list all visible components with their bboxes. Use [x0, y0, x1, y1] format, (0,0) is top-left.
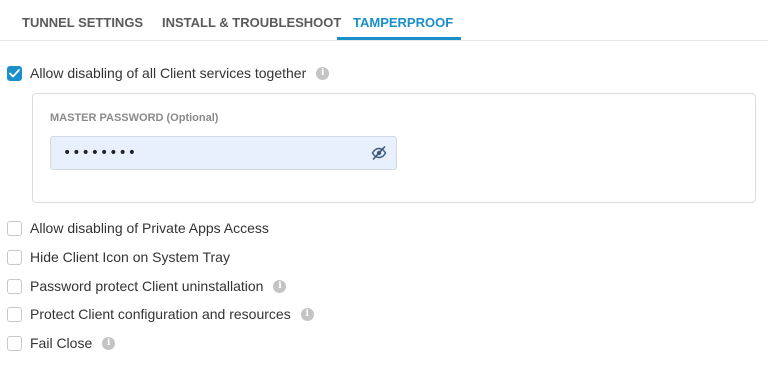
protect-config-checkbox[interactable]	[7, 306, 22, 322]
password-uninstall-label: Password protect Client uninstallation	[30, 278, 264, 294]
private-apps-checkbox[interactable]	[7, 220, 22, 236]
info-icon[interactable]: i	[316, 66, 330, 80]
info-icon[interactable]: i	[273, 279, 287, 293]
hide-icon-checkbox[interactable]	[7, 249, 22, 265]
disable-all-services-checkbox[interactable]	[7, 65, 22, 81]
option-disable-all-services: Allow disabling of all Client services t…	[7, 64, 330, 82]
info-icon[interactable]: i	[102, 336, 116, 350]
option-password-uninstall: Password protect Client uninstallation i	[7, 277, 287, 295]
tab-tamperproof[interactable]: TAMPERPROOF	[353, 0, 453, 40]
protect-config-label: Protect Client configuration and resourc…	[30, 306, 291, 322]
tab-bar: TUNNEL SETTINGS INSTALL & TROUBLESHOOT T…	[0, 0, 768, 41]
master-password-input[interactable]	[63, 143, 363, 163]
option-hide-icon: Hide Client Icon on System Tray	[7, 248, 230, 266]
option-fail-close: Fail Close i	[7, 334, 116, 352]
private-apps-label: Allow disabling of Private Apps Access	[30, 220, 269, 236]
checkmark-icon	[9, 68, 20, 77]
option-private-apps: Allow disabling of Private Apps Access	[7, 219, 269, 237]
tab-tunnel-settings[interactable]: TUNNEL SETTINGS	[22, 0, 143, 40]
disable-all-services-label: Allow disabling of all Client services t…	[30, 65, 307, 81]
tab-install-troubleshoot[interactable]: INSTALL & TROUBLESHOOT	[162, 0, 341, 40]
master-password-label: MASTER PASSWORD (Optional)	[50, 112, 219, 124]
hide-icon-label: Hide Client Icon on System Tray	[30, 249, 230, 265]
option-protect-config: Protect Client configuration and resourc…	[7, 305, 314, 323]
fail-close-label: Fail Close	[30, 335, 93, 351]
eye-slash-icon[interactable]	[371, 145, 387, 161]
info-icon[interactable]: i	[300, 307, 314, 321]
active-tab-indicator	[337, 37, 461, 40]
password-uninstall-checkbox[interactable]	[7, 278, 22, 294]
master-password-field[interactable]	[50, 136, 397, 170]
master-password-panel: MASTER PASSWORD (Optional)	[32, 93, 756, 203]
fail-close-checkbox[interactable]	[7, 335, 22, 351]
